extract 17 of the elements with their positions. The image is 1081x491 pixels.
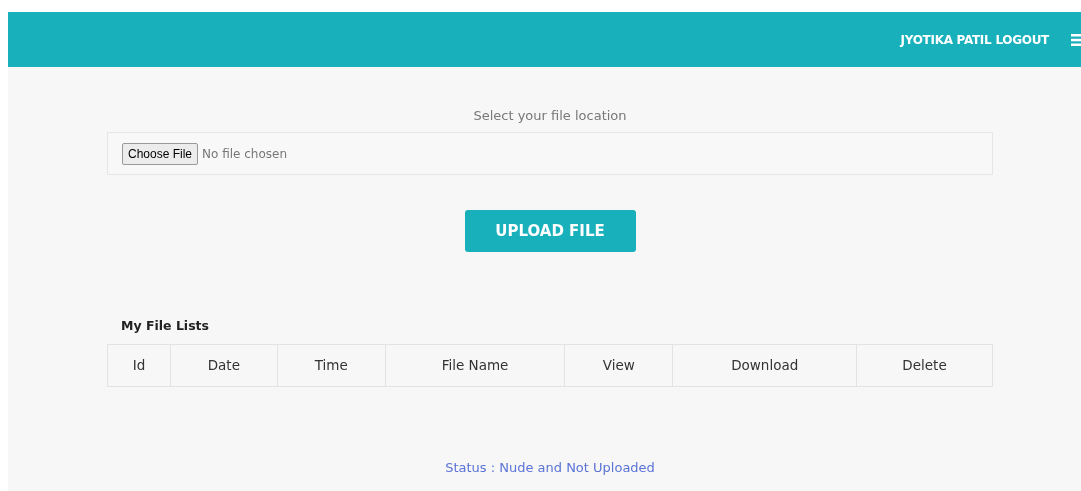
- logout-link[interactable]: LOGOUT: [995, 30, 1049, 49]
- menu-icon[interactable]: [1071, 32, 1081, 47]
- column-header: Delete: [856, 344, 993, 387]
- column-header: Date: [170, 344, 278, 387]
- status-text: Status : Nude and Not Uploaded: [445, 459, 655, 475]
- column-header: File Name: [385, 344, 565, 387]
- user-link[interactable]: JYOTIKA PATIL: [900, 30, 992, 49]
- upload-button[interactable]: UPLOAD FILE: [464, 210, 636, 252]
- column-header: View: [564, 344, 673, 387]
- file-status: No file chosen: [202, 145, 288, 163]
- section-title: My File Lists: [121, 318, 209, 333]
- column-header: Time: [277, 344, 386, 387]
- field-label: Select your file location: [473, 108, 627, 123]
- column-header: Download: [672, 344, 857, 387]
- choose-file-button[interactable]: Choose File: [122, 142, 199, 165]
- column-header: Id: [107, 344, 171, 387]
- file-input[interactable]: Choose File No file chosen: [107, 132, 993, 175]
